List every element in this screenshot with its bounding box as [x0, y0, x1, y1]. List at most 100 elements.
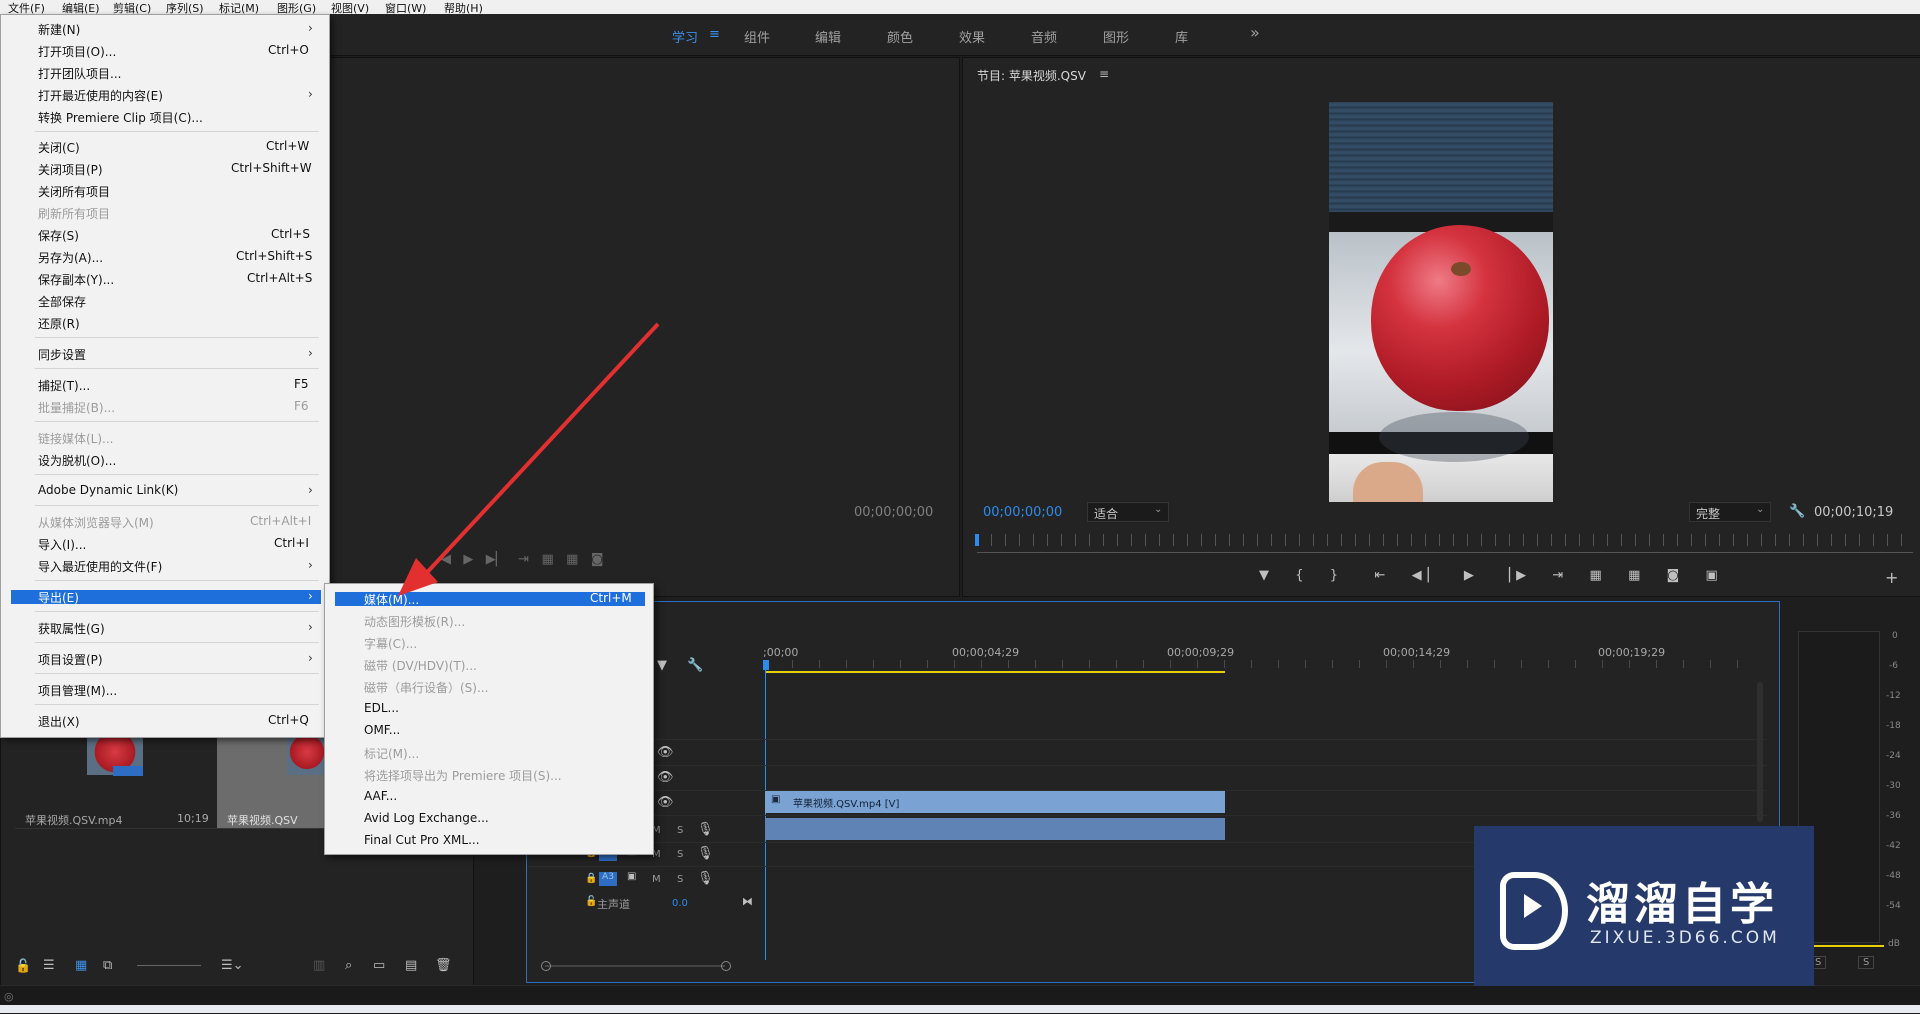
meter-label: -36 [1886, 811, 1901, 821]
wrench-icon[interactable]: 🔧 [687, 658, 703, 673]
vertical-scrollbar[interactable] [1757, 682, 1763, 822]
scroll-handle-left[interactable] [541, 961, 551, 971]
zoom-scrollbar[interactable] [977, 552, 1913, 553]
marker-icon[interactable]: ▼ [657, 658, 667, 673]
menu-item-sync-settings[interactable]: 同步设置 [38, 346, 86, 363]
menu-item-close-project[interactable]: 关闭项目(P) [38, 161, 103, 178]
menu-item-open-project[interactable]: 打开项目(O)... [38, 43, 116, 60]
freeform-view-icon[interactable]: ⧉ [103, 958, 112, 973]
go-to-end-icon[interactable]: ⧓ [742, 895, 753, 908]
menu-shortcut: Ctrl+Q [268, 713, 309, 727]
track-target-a3[interactable]: A3 [599, 872, 617, 886]
menu-item-project-manager[interactable]: 项目管理(M)... [38, 682, 117, 699]
solo-button[interactable]: S [677, 825, 683, 836]
workspace-tab-graphics[interactable]: 图形 [1103, 27, 1129, 46]
video-clip[interactable]: ▣ 苹果视频.QSV.mp4 [V] [765, 791, 1225, 813]
new-item-icon[interactable]: ▤ [405, 958, 417, 973]
lock-icon[interactable]: 🔓 [585, 896, 597, 907]
workspace-tab-assembly[interactable]: 组件 [744, 27, 770, 46]
workspace-tab-editing[interactable]: 编辑 [815, 27, 841, 46]
program-monitor-title[interactable]: 节目: 苹果视频.QSV [977, 67, 1086, 84]
wrench-icon[interactable]: 🔧 [1789, 504, 1805, 519]
microphone-icon[interactable]: 🎙 [697, 846, 714, 861]
menu-item-exit[interactable]: 退出(X) [38, 713, 80, 730]
search-icon[interactable]: ⌕ [345, 958, 352, 973]
more-workspaces-icon[interactable]: » [1250, 23, 1260, 42]
menu-item-save-all[interactable]: 全部保存 [38, 293, 86, 310]
menu-item-export[interactable]: 导出(E) [38, 589, 79, 606]
menu-item-close-all[interactable]: 关闭所有项目 [38, 183, 110, 200]
file-menu: 新建(N) › 打开项目(O)... Ctrl+O 打开团队项目... 打开最近… [0, 14, 330, 738]
add-button-icon[interactable]: + [1885, 568, 1898, 587]
menu-item-revert[interactable]: 还原(R) [38, 315, 80, 332]
list-view-icon[interactable]: ☰ [43, 958, 55, 973]
menu-item-import[interactable]: 导入(I)... [38, 536, 86, 553]
meter-label: -18 [1886, 721, 1901, 731]
watermark-logo: 溜溜自学 ZIXUE.3D66.COM [1474, 826, 1814, 986]
solo-button[interactable]: S [677, 849, 683, 860]
eye-icon[interactable]: 👁 [657, 795, 674, 810]
quality-select[interactable]: 完整 ⌄ [1689, 502, 1771, 522]
menu-item-save[interactable]: 保存(S) [38, 227, 79, 244]
menu-item-get-properties[interactable]: 获取属性(G) [38, 620, 105, 637]
program-timecode[interactable]: 00;00;00;00 [983, 505, 1062, 520]
submenu-item-omf[interactable]: OMF... [364, 723, 400, 737]
workspace-tab-libraries[interactable]: 库 [1175, 27, 1188, 46]
clip-thumbnail[interactable] [287, 733, 327, 775]
solo-button[interactable]: S [1858, 956, 1875, 969]
workspace-tab-effects[interactable]: 效果 [959, 27, 985, 46]
sort-icon[interactable]: ☰⌄ [221, 958, 244, 973]
microphone-icon[interactable]: 🎙 [697, 822, 714, 837]
submenu-item-aaf[interactable]: AAF... [364, 789, 397, 803]
audio-clip[interactable] [765, 818, 1225, 840]
eye-icon[interactable]: 👁 [657, 745, 674, 760]
program-transport-controls[interactable]: ▼ { } ⇤ ◀▏ ▶ ▕▶ ⇥ ▦ ▦ ◙ ▣ [1259, 568, 1724, 583]
menu-item-save-as[interactable]: 另存为(A)... [38, 249, 103, 266]
menu-item-make-offline[interactable]: 设为脱机(O)... [38, 452, 116, 469]
icon-view-icon[interactable]: ▦ [75, 958, 87, 973]
workspace-tab-color[interactable]: 颜色 [887, 27, 913, 46]
workspace-tab-audio[interactable]: 音频 [1031, 27, 1057, 46]
menu-item-open-team-project[interactable]: 打开团队项目... [38, 65, 121, 82]
source-timecode[interactable]: 00;00;00;00 [854, 505, 933, 520]
master-volume-value[interactable]: 0.0 [672, 898, 688, 909]
automate-icon[interactable]: ▥ [313, 958, 325, 973]
workspace-menu-icon[interactable]: ≡ [709, 27, 720, 42]
ruler-timecode: 00;00;14;29 [1383, 646, 1451, 659]
lock-icon[interactable]: 🔒 [585, 873, 597, 884]
mute-button[interactable]: M [652, 874, 661, 885]
submenu-item-avid-log[interactable]: Avid Log Exchange... [364, 811, 489, 825]
menu-item-save-copy[interactable]: 保存副本(Y)... [38, 271, 114, 288]
microphone-icon[interactable]: 🎙 [697, 871, 714, 886]
ruler-timecode: 00;00;09;29 [1167, 646, 1235, 659]
menu-item-new[interactable]: 新建(N) [38, 21, 80, 38]
playhead-marker[interactable] [975, 534, 979, 546]
sync-lock-icon[interactable]: ▣ [627, 871, 636, 882]
solo-button[interactable]: S [677, 874, 683, 885]
work-area-bar[interactable] [765, 671, 1225, 673]
horizontal-zoom-scrollbar[interactable] [545, 965, 725, 967]
menu-item-close[interactable]: 关闭(C) [38, 139, 80, 156]
trash-icon[interactable]: 🗑 [435, 958, 452, 973]
new-bin-icon[interactable]: ▭ [373, 958, 385, 973]
menu-item-project-settings[interactable]: 项目设置(P) [38, 651, 103, 668]
menu-item-open-recent[interactable]: 打开最近使用的内容(E) [38, 87, 163, 104]
fit-select[interactable]: 适合 ⌄ [1087, 502, 1169, 522]
menu-item-convert-clip[interactable]: 转换 Premiere Clip 项目(C)... [38, 109, 203, 126]
timeline-ruler[interactable] [765, 660, 1749, 668]
eye-icon[interactable]: 👁 [657, 770, 674, 785]
lock-icon[interactable]: 🔓 [15, 959, 31, 974]
submenu-item-fcp-xml[interactable]: Final Cut Pro XML... [364, 833, 480, 847]
submenu-item-edl[interactable]: EDL... [364, 701, 399, 715]
menu-item-import-recent[interactable]: 导入最近使用的文件(F) [38, 558, 162, 575]
panel-menu-icon[interactable]: ≡ [1099, 67, 1109, 81]
menu-item-capture[interactable]: 捕捉(T)... [38, 377, 90, 394]
playhead-marker[interactable] [763, 660, 769, 670]
clip-name[interactable]: 苹果视频.QSV [227, 812, 298, 828]
menu-item-dynamic-link[interactable]: Adobe Dynamic Link(K) [38, 483, 178, 497]
program-mini-ruler[interactable] [977, 534, 1915, 546]
scroll-handle-right[interactable] [721, 961, 731, 971]
clip-name[interactable]: 苹果视频.QSV.mp4 [25, 812, 122, 828]
workspace-tab-learn[interactable]: 学习 [672, 27, 698, 46]
zoom-slider[interactable] [137, 965, 201, 966]
